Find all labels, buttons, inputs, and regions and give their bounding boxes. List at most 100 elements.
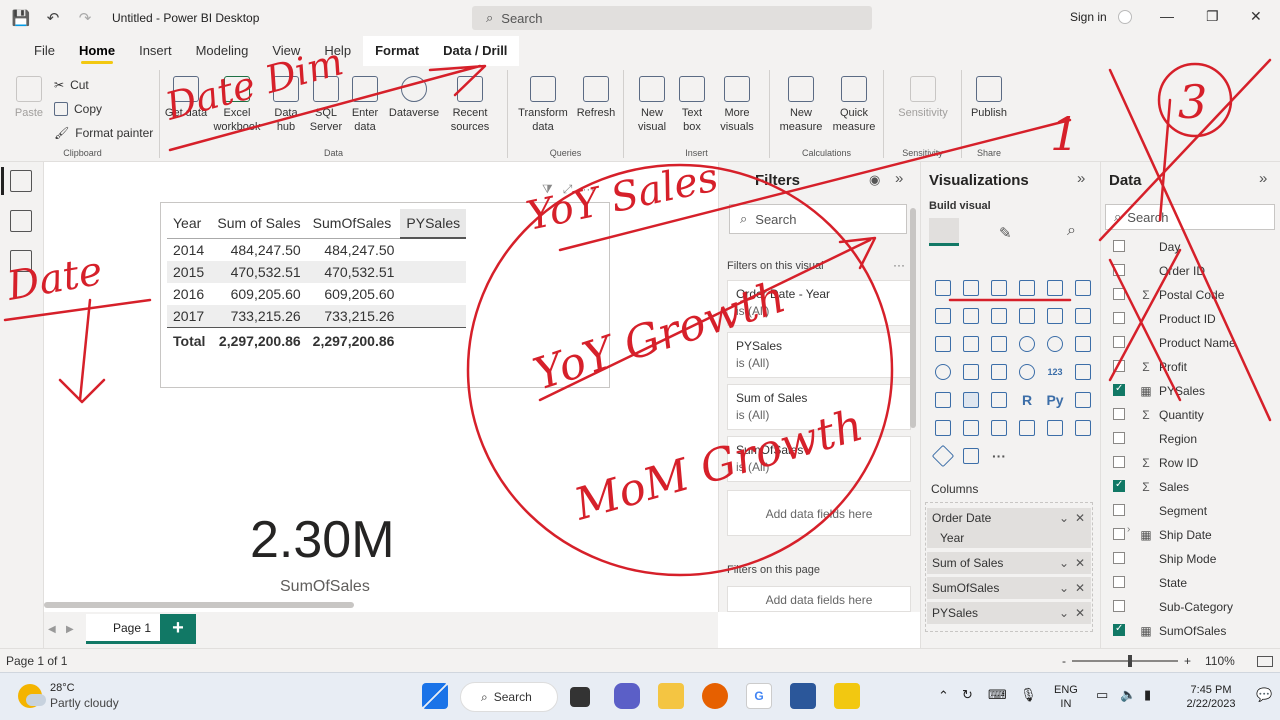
well-chip-sumofsales[interactable]: SumOfSales ⌄ ✕: [927, 577, 1091, 599]
line-chart-icon[interactable]: [929, 302, 957, 330]
field-checkbox[interactable]: [1113, 623, 1125, 636]
keyboard-icon[interactable]: ⌨: [988, 688, 1007, 702]
field-item[interactable]: Sub-Category: [1113, 596, 1233, 618]
filter-icon[interactable]: ⧩: [542, 182, 553, 197]
chrome-icon[interactable]: G: [746, 683, 772, 709]
tab-file[interactable]: File: [22, 36, 67, 66]
zoom-slider-thumb[interactable]: [1128, 655, 1132, 667]
canvas-scrollbar[interactable]: [44, 602, 354, 608]
quick-measure-button[interactable]: Quick measure: [828, 76, 880, 134]
tab-home[interactable]: Home: [67, 36, 127, 66]
zoom-out-button[interactable]: -: [1062, 654, 1066, 668]
stacked-area-icon[interactable]: [985, 302, 1013, 330]
kpi-icon[interactable]: [1069, 358, 1097, 386]
field-checkbox[interactable]: [1113, 528, 1125, 540]
language-indicator[interactable]: ENG IN: [1054, 683, 1078, 711]
data-hub-button[interactable]: Data hub: [266, 76, 306, 134]
field-checkbox[interactable]: [1113, 432, 1125, 444]
field-item[interactable]: Region: [1113, 428, 1197, 450]
firefox-icon[interactable]: [702, 683, 728, 709]
more-visuals-button[interactable]: More visuals: [712, 76, 762, 134]
filter-card[interactable]: PYSales is (All): [727, 332, 911, 378]
analytics-icon[interactable]: ⌕: [1067, 222, 1076, 240]
field-checkbox[interactable]: [1113, 576, 1125, 588]
well-chip-order-date[interactable]: Order Date Year ⌄ ✕: [927, 508, 1091, 548]
field-checkbox[interactable]: [1113, 600, 1125, 612]
goals-icon[interactable]: [1013, 414, 1041, 442]
remove-field-icon[interactable]: ✕: [1075, 602, 1085, 624]
pie-chart-icon[interactable]: [1013, 330, 1041, 358]
field-item[interactable]: Day: [1113, 236, 1180, 258]
restore-icon[interactable]: ❐: [1206, 8, 1219, 25]
field-item[interactable]: ▦ Ship Date: [1113, 524, 1212, 546]
shape-map-icon[interactable]: [985, 358, 1013, 386]
card-value[interactable]: 2.30M: [250, 510, 395, 570]
dataverse-button[interactable]: Dataverse: [386, 76, 442, 120]
battery-icon[interactable]: ▮: [1144, 688, 1151, 702]
slicer-icon[interactable]: [929, 386, 957, 414]
volume-icon[interactable]: 🔈: [1120, 688, 1136, 702]
column-header[interactable]: Sum of Sales: [211, 209, 307, 239]
next-page-icon[interactable]: ▶: [66, 624, 74, 635]
paginated-report-icon[interactable]: [1041, 414, 1069, 442]
waterfall-icon[interactable]: [929, 330, 957, 358]
well-chip-sum-of-sales[interactable]: Sum of Sales ⌄ ✕: [927, 552, 1091, 574]
format-brush-icon[interactable]: ✎: [999, 224, 1012, 242]
tab-view[interactable]: View: [260, 36, 312, 66]
chevron-down-icon[interactable]: ⌄: [1059, 552, 1069, 574]
filter-card[interactable]: Sum of Sales is (All): [727, 384, 911, 430]
matrix-icon[interactable]: [985, 386, 1013, 414]
scatter-icon[interactable]: [985, 330, 1013, 358]
field-item[interactable]: Σ Row ID: [1113, 452, 1198, 474]
power-apps-icon[interactable]: [1069, 414, 1097, 442]
field-item[interactable]: ▦ SumOfSales: [1113, 620, 1226, 642]
text-box-button[interactable]: Text box: [674, 76, 710, 134]
chat-icon[interactable]: [614, 683, 640, 709]
refresh-button[interactable]: Refresh: [572, 76, 620, 120]
get-data-button[interactable]: Get data: [164, 76, 208, 120]
more-visuals-icon[interactable]: ···: [985, 442, 1013, 470]
collapse-viz-icon[interactable]: »: [1077, 170, 1085, 187]
diamond-visual-icon[interactable]: [929, 442, 957, 470]
weather-widget[interactable]: 28°C Partly cloudy: [18, 681, 119, 711]
tab-data-drill[interactable]: Data / Drill: [431, 36, 520, 66]
field-checkbox[interactable]: [1113, 264, 1125, 276]
eye-icon[interactable]: ◉: [869, 172, 880, 188]
narrative-icon[interactable]: [985, 414, 1013, 442]
report-canvas[interactable]: ⧩ ⤢ ··· Year Sum of Sales SumOfSales PYS…: [44, 162, 718, 612]
publish-button[interactable]: Publish: [966, 76, 1012, 120]
undo-icon[interactable]: ↶: [44, 9, 62, 27]
r-visual-icon[interactable]: R: [1013, 386, 1041, 414]
line-column-icon[interactable]: [1013, 302, 1041, 330]
report-view-icon[interactable]: [1, 167, 32, 195]
tab-help[interactable]: Help: [312, 36, 363, 66]
field-item[interactable]: Segment: [1113, 500, 1207, 522]
field-checkbox[interactable]: [1113, 408, 1125, 420]
area-chart-icon[interactable]: [957, 302, 985, 330]
line-clustered-icon[interactable]: [1041, 302, 1069, 330]
clock[interactable]: 7:45 PM 2/22/2023: [1176, 683, 1246, 711]
field-item[interactable]: State: [1113, 572, 1187, 594]
ribbon-chart-icon[interactable]: [1069, 302, 1097, 330]
data-search[interactable]: ⌕ Search: [1105, 204, 1275, 230]
task-view-icon[interactable]: [570, 687, 590, 707]
tab-insert[interactable]: Insert: [127, 36, 184, 66]
field-item[interactable]: Product Name: [1113, 332, 1236, 354]
field-item[interactable]: Σ Quantity: [1113, 404, 1204, 426]
card-visual-icon[interactable]: 123: [1041, 358, 1069, 386]
donut-chart-icon[interactable]: [1041, 330, 1069, 358]
add-page-button[interactable]: +: [160, 614, 196, 644]
table-visual-icon[interactable]: [957, 386, 985, 414]
field-checkbox[interactable]: [1113, 288, 1125, 300]
chevron-down-icon[interactable]: ⌄: [1059, 508, 1069, 528]
python-visual-icon[interactable]: Py: [1041, 386, 1069, 414]
enter-data-button[interactable]: Enter data: [346, 76, 384, 134]
field-item[interactable]: Order ID: [1113, 260, 1205, 282]
network-icon[interactable]: ▭: [1096, 688, 1108, 702]
stacked-column-icon[interactable]: [957, 274, 985, 302]
transform-data-button[interactable]: Transform data: [514, 76, 572, 134]
build-visual-tab-icon[interactable]: [929, 218, 959, 246]
filter-card[interactable]: SumOfSales is (All): [727, 436, 911, 482]
save-icon[interactable]: 💾: [12, 9, 31, 27]
collapse-data-icon[interactable]: »: [1259, 170, 1267, 187]
